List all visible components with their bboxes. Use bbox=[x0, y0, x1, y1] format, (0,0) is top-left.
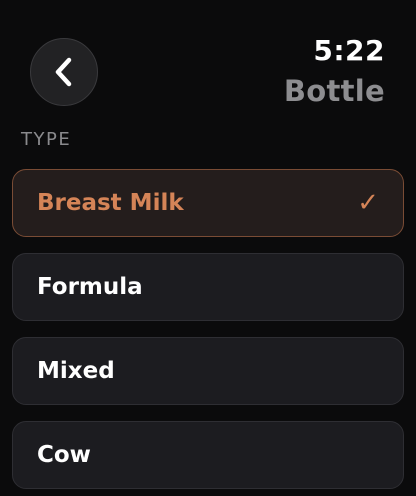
back-button[interactable] bbox=[30, 38, 98, 106]
section-label-type: TYPE bbox=[21, 129, 72, 150]
option-breast-milk[interactable]: Breast Milk ✓ bbox=[12, 169, 404, 237]
clock-time: 5:22 bbox=[313, 34, 385, 67]
option-label: Mixed bbox=[37, 358, 115, 384]
page-title: Bottle bbox=[283, 74, 385, 108]
option-formula[interactable]: Formula bbox=[12, 253, 404, 321]
option-label: Formula bbox=[37, 274, 143, 300]
option-label: Breast Milk bbox=[37, 190, 184, 216]
option-mixed[interactable]: Mixed bbox=[12, 337, 404, 405]
option-label: Cow bbox=[37, 442, 91, 468]
option-cow[interactable]: Cow bbox=[12, 421, 404, 489]
type-options-list: Breast Milk ✓ Formula Mixed Cow bbox=[12, 169, 404, 496]
chevron-left-icon bbox=[53, 56, 75, 88]
checkmark-icon: ✓ bbox=[357, 188, 379, 218]
